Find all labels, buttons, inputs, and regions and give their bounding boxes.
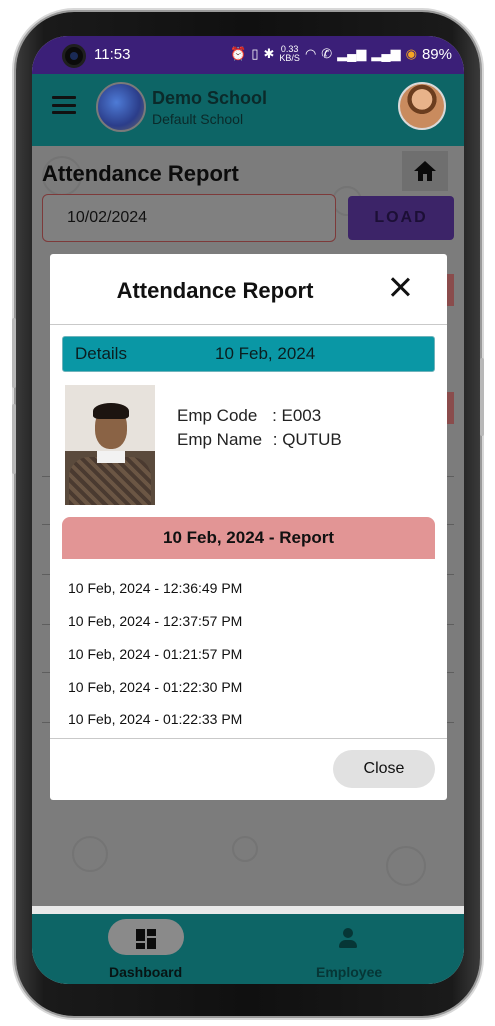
date-input[interactable]: 10/02/2024 <box>42 194 336 242</box>
net-speed: 0.33 KB/S <box>279 44 300 63</box>
employee-icon[interactable] <box>337 928 359 950</box>
attendance-entry: 10 Feb, 2024 - 01:22:30 PM <box>68 679 243 695</box>
wifi-call-icon: ✆ <box>321 46 333 61</box>
nav-employee-label[interactable]: Employee <box>316 964 382 980</box>
bluetooth-icon: ✱ <box>263 46 275 61</box>
status-bar: 11:53 ⏰ ▯ ✱ 0.33 KB/S ◠ ✆ ▂▄▆ ▂▄▆ ◉ 89% <box>32 36 464 74</box>
system-icons: ⏰ ▯ ✱ 0.33 KB/S ◠ ✆ ▂▄▆ ▂▄▆ ◉ 89% <box>230 45 452 63</box>
home-icon <box>414 161 436 181</box>
attendance-entry: 10 Feb, 2024 - 12:36:49 PM <box>68 580 243 596</box>
menu-icon[interactable] <box>52 96 76 114</box>
attendance-entry: 10 Feb, 2024 - 12:37:57 PM <box>68 613 243 629</box>
attendance-entry: 10 Feb, 2024 - 01:22:33 PM <box>68 711 243 727</box>
alarm-icon: ⏰ <box>230 46 247 61</box>
attendance-entry: 10 Feb, 2024 - 01:21:57 PM <box>68 646 243 662</box>
details-label: Details <box>75 344 127 363</box>
report-header: 10 Feb, 2024 - Report <box>62 517 435 559</box>
signal-icon-2: ▂▄▆ <box>371 46 401 61</box>
emp-code-label: Emp Code <box>177 406 258 425</box>
phone-side-button <box>12 318 16 388</box>
front-camera <box>62 44 86 68</box>
battery-percent: 89% <box>421 45 452 63</box>
details-bar: Details 10 Feb, 2024 <box>62 336 435 372</box>
close-icon[interactable] <box>387 274 413 300</box>
attendance-report-dialog: Attendance Report Details 10 Feb, 2024 E… <box>50 254 447 800</box>
status-time: 11:53 <box>94 46 131 63</box>
battery-icon: ◉ <box>405 46 417 61</box>
dialog-divider <box>50 738 447 739</box>
dialog-divider <box>50 324 447 325</box>
phone-side-button <box>12 404 16 474</box>
phone-power-button <box>480 358 484 436</box>
dialog-title: Attendance Report <box>116 278 314 303</box>
emp-name-row: Emp Name : QUTUB <box>177 430 342 450</box>
wifi-icon: ◠ <box>304 46 317 61</box>
dashboard-icon[interactable] <box>136 929 156 949</box>
nav-dashboard-label[interactable]: Dashboard <box>109 964 182 980</box>
app-bar: Demo School Default School <box>32 74 464 146</box>
home-button[interactable] <box>402 151 448 191</box>
emp-code-value: : E003 <box>272 406 322 425</box>
school-name: Demo School <box>152 88 268 108</box>
employee-photo <box>65 385 155 505</box>
details-date: 10 Feb, 2024 <box>215 344 316 363</box>
device-screen: 11:53 ⏰ ▯ ✱ 0.33 KB/S ◠ ✆ ▂▄▆ ▂▄▆ ◉ 89% … <box>32 36 464 984</box>
emp-name-value: : QUTUB <box>272 430 342 449</box>
signal-icon: ▂▄▆ <box>337 46 367 61</box>
user-avatar[interactable] <box>398 82 446 130</box>
school-logo <box>96 82 146 132</box>
vibrate-icon: ▯ <box>251 46 259 61</box>
school-subtitle: Default School <box>152 111 244 127</box>
emp-name-label: Emp Name <box>177 430 263 449</box>
bottom-navigation: Dashboard Employee <box>32 914 464 984</box>
close-button[interactable]: Close <box>333 750 435 788</box>
emp-code-row: Emp Code : E003 <box>177 406 321 426</box>
page-title: Attendance Report <box>42 161 239 186</box>
load-button[interactable]: LOAD <box>348 196 454 240</box>
